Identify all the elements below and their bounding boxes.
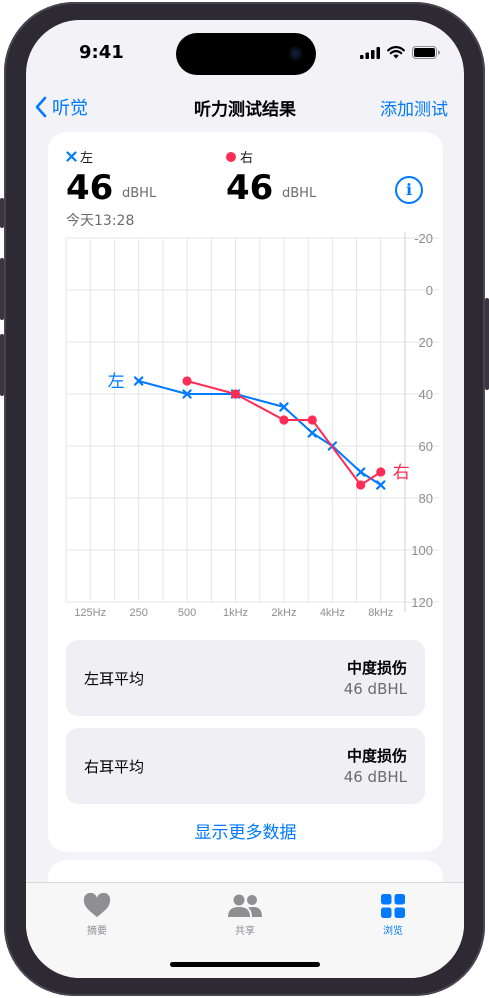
right-ear-marker [376, 467, 386, 477]
y-tick-label: 100 [411, 543, 433, 558]
right-ear-marker [230, 389, 241, 399]
screen: 9:41 听觉 听力测试结果 添加测试 左 右 46 dBHL 46 dBHL … [26, 20, 464, 978]
y-tick-label: 0 [426, 283, 433, 298]
volume-down-button [0, 334, 4, 396]
navigation-bar: 听觉 听力测试结果 添加测试 [26, 92, 464, 122]
wifi-icon [387, 46, 405, 59]
tab-summary-label: 摘要 [87, 926, 107, 937]
right-ear-marker [307, 415, 317, 425]
volume-up-button [0, 258, 4, 320]
right-ear-marker [356, 480, 366, 490]
grid-icon [381, 894, 405, 918]
x-tick-label: 500 [178, 607, 196, 619]
add-test-button[interactable]: 添加测试 [380, 95, 448, 120]
x-tick-label: 2kHz [271, 607, 296, 619]
left-average-label: 左耳平均 [84, 670, 145, 688]
tab-summary[interactable]: 摘要 [47, 893, 147, 937]
left-average-status: 中度损伤 [346, 659, 407, 677]
audiogram-chart: -20 0 20 40 60 80 100 120 125Hz 250 500 1kHz 2kHz 4kH… [65, 231, 439, 619]
right-average-label: 右耳平均 [84, 758, 145, 776]
x-tick-label: 4kHz [320, 607, 345, 619]
mute-switch [0, 198, 4, 228]
heart-icon [83, 893, 111, 917]
y-tick-label: 40 [419, 387, 433, 402]
right-ear-marker [279, 415, 289, 425]
left-ear-marker [307, 428, 317, 438]
cellular-signal-icon [360, 46, 380, 59]
people-icon [228, 894, 262, 917]
right-average-value: 46 dBHL [343, 768, 407, 786]
y-tick-label: 80 [419, 491, 433, 506]
x-tick-label: 250 [129, 607, 147, 619]
tab-browse[interactable]: 浏览 [343, 893, 443, 937]
status-time: 9:41 [79, 42, 124, 63]
power-button [485, 298, 489, 390]
x-tick-label: 8kHz [368, 607, 393, 619]
tab-browse-label: 浏览 [383, 926, 403, 937]
tab-sharing-label: 共享 [235, 926, 255, 937]
right-series-label: 右 [393, 463, 410, 483]
y-tick-label: 20 [419, 335, 433, 350]
camera-icon [289, 47, 302, 60]
left-average-value: 46 dBHL [343, 680, 407, 698]
status-icons [360, 46, 440, 59]
left-ear-marker [355, 467, 366, 477]
y-tick-label: 120 [411, 595, 433, 610]
right-average-status: 中度损伤 [346, 747, 407, 765]
left-series-label: 左 [108, 372, 125, 392]
dynamic-island [176, 33, 316, 75]
tab-sharing[interactable]: 共享 [195, 893, 295, 937]
right-ear-marker [182, 376, 192, 386]
y-tick-label: 60 [419, 439, 433, 454]
x-tick-label: 1kHz [223, 607, 248, 619]
y-tick-label: -20 [414, 231, 433, 246]
home-indicator [170, 962, 320, 967]
battery-icon [412, 46, 440, 59]
show-more-data-button[interactable]: 显示更多数据 [48, 818, 443, 843]
results-card: 左 右 46 dBHL 46 dBHL 今天13:28 i -20 0 20 40 60… [48, 132, 443, 852]
right-average-row: 右耳平均 中度损伤 46 dBHL [66, 728, 425, 804]
left-average-row: 左耳平均 中度损伤 46 dBHL [66, 640, 425, 716]
x-tick-label: 125Hz [74, 607, 106, 619]
